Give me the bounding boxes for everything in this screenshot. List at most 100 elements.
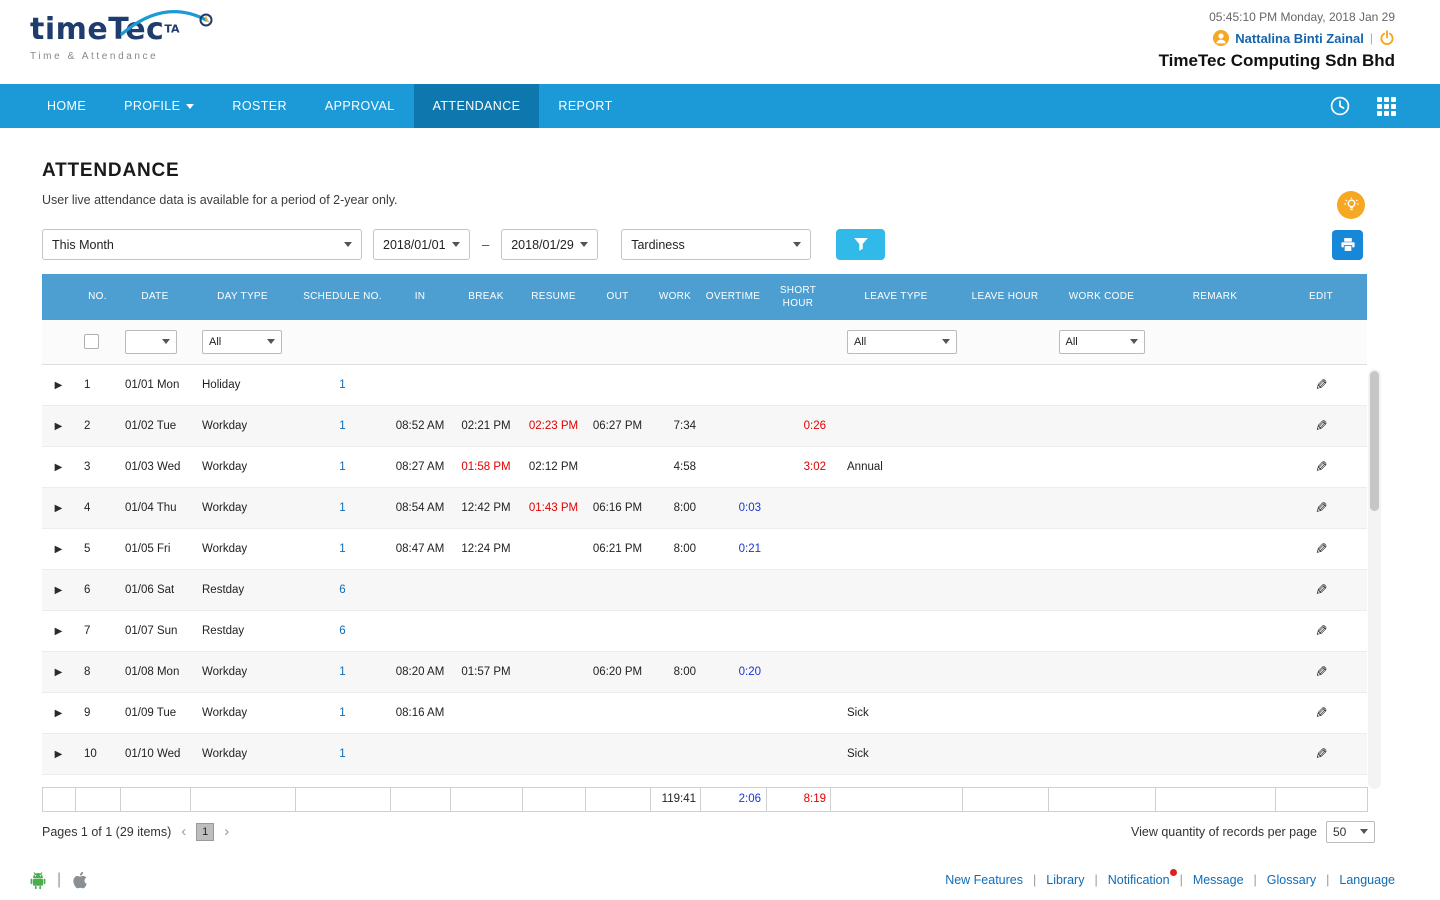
nav-home[interactable]: HOME bbox=[28, 84, 105, 128]
edit-row-icon[interactable]: ✎ bbox=[1315, 499, 1328, 517]
records-per-page-value: 50 bbox=[1333, 824, 1347, 839]
type-select[interactable]: Tardiness bbox=[621, 229, 812, 260]
cell-schedule_no: 1 bbox=[295, 733, 390, 775]
expand-row-icon[interactable]: ▶ bbox=[55, 667, 63, 678]
cell-short_hour: 0:26 bbox=[766, 405, 830, 447]
nav-roster[interactable]: ROSTER bbox=[213, 84, 306, 128]
footer-link-message[interactable]: Message bbox=[1193, 873, 1244, 887]
expand-row-icon[interactable]: ▶ bbox=[55, 421, 63, 432]
tips-button[interactable] bbox=[1337, 191, 1365, 219]
cell-work_code bbox=[1048, 733, 1155, 775]
apps-grid-icon[interactable] bbox=[1377, 96, 1396, 116]
schedule_no-value[interactable]: 1 bbox=[339, 543, 345, 555]
table-scrollbar[interactable] bbox=[1368, 369, 1381, 789]
leave-type-filter-select[interactable]: All bbox=[847, 329, 957, 354]
next-page-icon[interactable]: › bbox=[224, 824, 229, 839]
schedule_no-value[interactable]: 1 bbox=[339, 461, 345, 473]
expand-row-icon[interactable]: ▶ bbox=[55, 585, 63, 596]
day_type-value: Workday bbox=[202, 542, 248, 555]
day_type-value: Workday bbox=[202, 501, 248, 514]
edit-row-icon[interactable]: ✎ bbox=[1315, 458, 1328, 476]
break-value: 02:21 PM bbox=[461, 419, 511, 432]
schedule_no-value[interactable]: 1 bbox=[339, 379, 345, 391]
cell-in: 08:16 AM bbox=[390, 692, 450, 734]
period-select[interactable]: This Month bbox=[42, 229, 362, 260]
chevron-down-icon bbox=[344, 242, 352, 247]
cell-day_type: Workday bbox=[190, 446, 295, 488]
brand-logo[interactable]: timeTecTA Time & Attendance bbox=[30, 10, 213, 62]
edit-row-icon[interactable]: ✎ bbox=[1315, 540, 1328, 558]
expand-row-icon[interactable]: ▶ bbox=[55, 708, 63, 719]
date-from-input[interactable]: 2018/01/01 bbox=[373, 229, 470, 260]
cell-expand: ▶ bbox=[42, 569, 75, 611]
edit-row-icon[interactable]: ✎ bbox=[1315, 581, 1328, 599]
apple-icon[interactable] bbox=[72, 871, 87, 889]
total-cell-work_code bbox=[1048, 786, 1156, 812]
cell-out: 06:20 PM bbox=[585, 651, 650, 693]
break-value: 01:57 PM bbox=[461, 665, 511, 678]
nav-approval[interactable]: APPROVAL bbox=[306, 84, 414, 128]
header-separator: | bbox=[1369, 31, 1373, 45]
records-per-page-select[interactable]: 50 bbox=[1326, 820, 1375, 843]
chevron-down-icon bbox=[793, 242, 802, 247]
footer-link-glossary[interactable]: Glossary bbox=[1267, 873, 1316, 887]
logout-power-icon[interactable] bbox=[1379, 30, 1395, 46]
cell-resume bbox=[522, 692, 585, 734]
nav-attendance[interactable]: ATTENDANCE bbox=[413, 84, 540, 128]
edit-row-icon[interactable]: ✎ bbox=[1315, 622, 1328, 640]
cell-short_hour bbox=[766, 364, 830, 406]
edit-row-icon[interactable]: ✎ bbox=[1315, 704, 1328, 722]
footer-link-notification[interactable]: Notification bbox=[1108, 869, 1177, 887]
date-filter-select[interactable] bbox=[125, 329, 177, 354]
out-value: 06:20 PM bbox=[592, 665, 643, 678]
footer-link-library[interactable]: Library bbox=[1046, 873, 1084, 887]
day-type-filter-select[interactable]: All bbox=[202, 329, 282, 354]
day_type-value: Restday bbox=[202, 624, 245, 637]
cell-expand: ▶ bbox=[42, 364, 75, 406]
cell-out bbox=[585, 610, 650, 652]
nav-report[interactable]: REPORT bbox=[539, 84, 631, 128]
cell-break: 01:57 PM bbox=[450, 651, 522, 693]
schedule_no-value[interactable]: 1 bbox=[339, 502, 345, 514]
expand-row-icon[interactable]: ▶ bbox=[55, 503, 63, 514]
table-row: ▶ 5 01/05 Fri Workday 1 08:47 AM 12:24 PM 06:21… bbox=[42, 528, 1367, 570]
in-value: 08:54 AM bbox=[395, 501, 445, 514]
cell-work bbox=[650, 692, 700, 734]
print-button[interactable] bbox=[1332, 230, 1363, 260]
cell-overtime bbox=[700, 733, 766, 775]
schedule_no-value[interactable]: 6 bbox=[339, 584, 345, 596]
expand-row-icon[interactable]: ▶ bbox=[55, 544, 63, 555]
select-all-checkbox[interactable] bbox=[84, 334, 99, 350]
user-name-link[interactable]: Nattalina Binti Zainal bbox=[1235, 31, 1364, 46]
edit-row-icon[interactable]: ✎ bbox=[1315, 745, 1328, 763]
edit-row-icon[interactable]: ✎ bbox=[1315, 376, 1328, 394]
scrollbar-thumb[interactable] bbox=[1370, 371, 1379, 511]
expand-row-icon[interactable]: ▶ bbox=[55, 462, 63, 473]
current-page-box[interactable]: 1 bbox=[196, 822, 215, 841]
apply-filter-button[interactable] bbox=[836, 229, 886, 260]
expand-row-icon[interactable]: ▶ bbox=[55, 380, 63, 391]
cell-short_hour bbox=[766, 487, 830, 529]
footer-link-language[interactable]: Language bbox=[1339, 873, 1395, 887]
pagination-summary: Pages 1 of 1 (29 items) bbox=[42, 824, 172, 839]
expand-row-icon[interactable]: ▶ bbox=[55, 749, 63, 760]
schedule_no-value[interactable]: 6 bbox=[339, 625, 345, 637]
date-to-input[interactable]: 2018/01/29 bbox=[501, 229, 599, 260]
work-code-filter-select[interactable]: All bbox=[1058, 329, 1145, 354]
footer-link-new-features[interactable]: New Features bbox=[945, 873, 1023, 887]
edit-row-icon[interactable]: ✎ bbox=[1315, 663, 1328, 681]
clock-icon[interactable] bbox=[1329, 95, 1351, 117]
expand-row-icon[interactable]: ▶ bbox=[55, 626, 63, 637]
schedule_no-value[interactable]: 1 bbox=[339, 707, 345, 719]
schedule_no-value[interactable]: 1 bbox=[339, 420, 345, 432]
cell-overtime bbox=[700, 405, 766, 447]
edit-row-icon[interactable]: ✎ bbox=[1315, 417, 1328, 435]
nav-profile[interactable]: PROFILE bbox=[105, 84, 213, 128]
prev-page-icon[interactable]: ‹ bbox=[181, 824, 186, 839]
schedule_no-value[interactable]: 1 bbox=[339, 748, 345, 760]
cell-out bbox=[585, 446, 650, 488]
schedule_no-value[interactable]: 1 bbox=[339, 666, 345, 678]
android-icon[interactable] bbox=[30, 871, 46, 890]
table-row: ▶ 8 01/08 Mon Workday 1 08:20 AM 01:57 PM 06:20… bbox=[42, 651, 1367, 693]
cell-in: 08:47 AM bbox=[390, 528, 450, 570]
